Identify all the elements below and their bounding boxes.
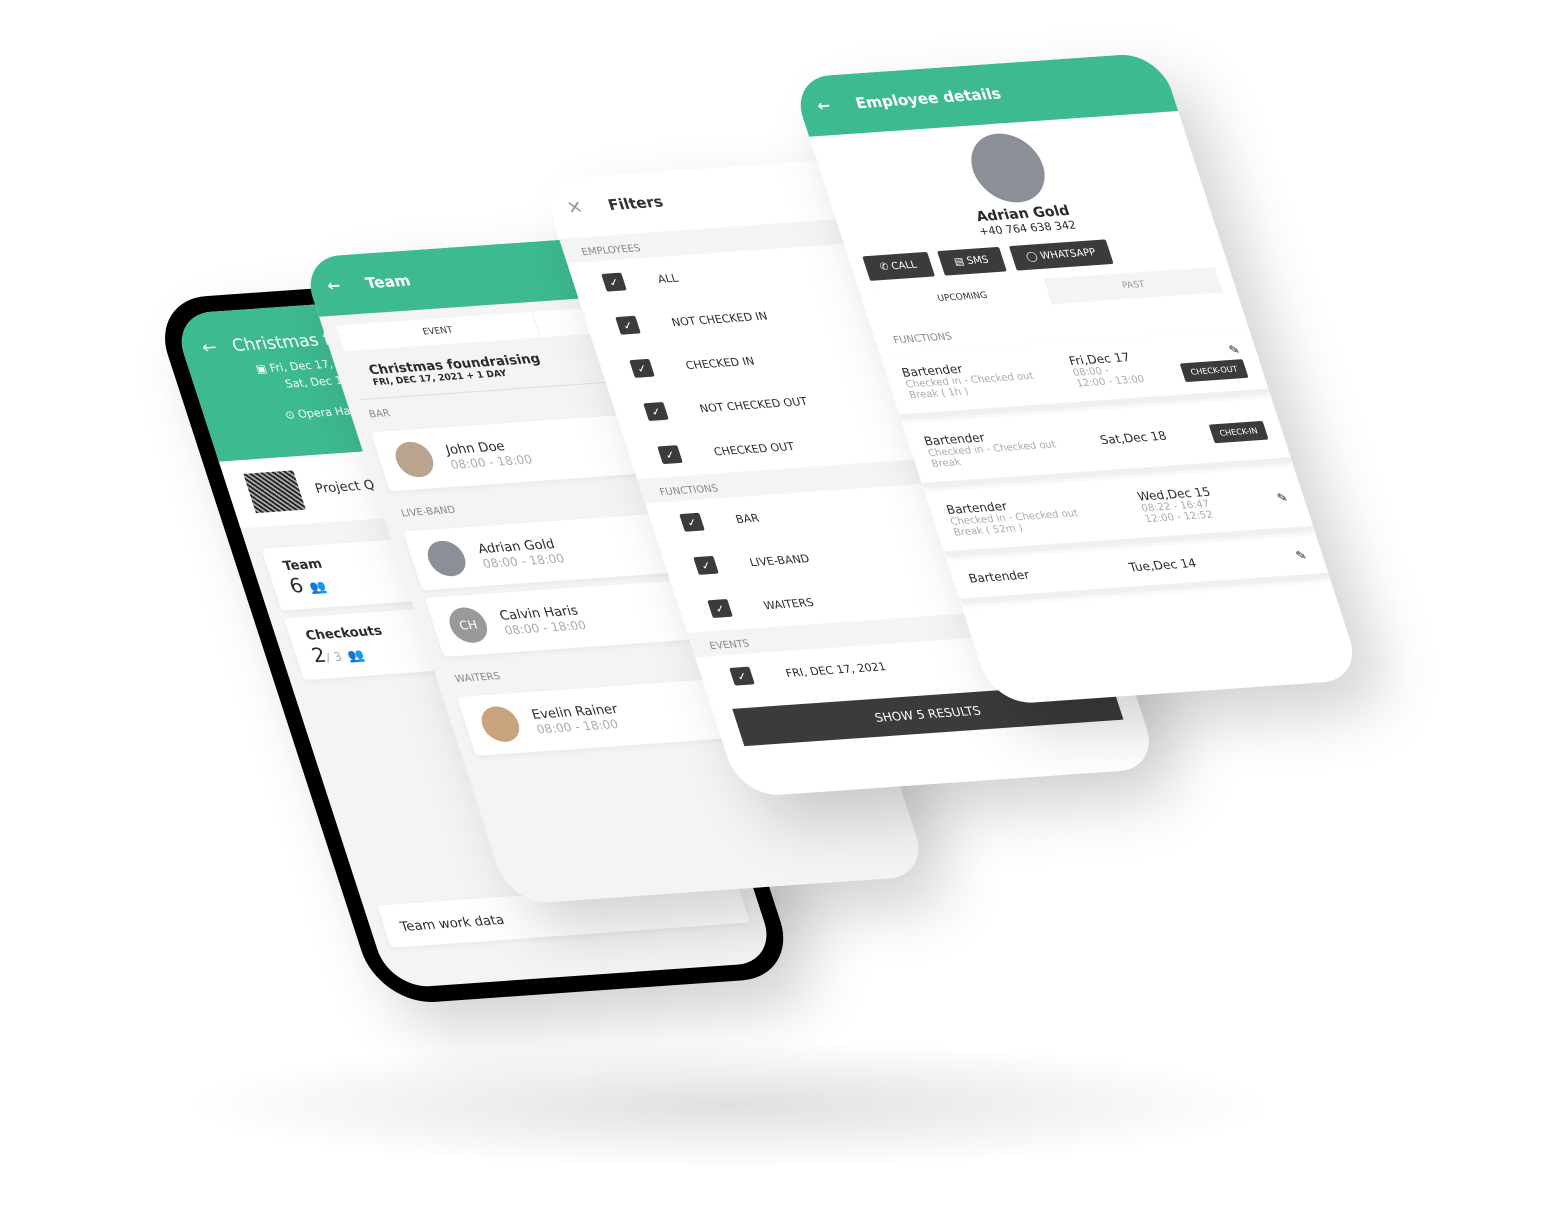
checkbox-checked-icon[interactable]: ✓ [729,666,755,686]
checkouts-total: / 3 [323,649,344,665]
function-date: Tue,Dec 14 [1127,556,1199,575]
filters-title: Filters [605,192,666,215]
whatsapp-button[interactable]: ◯ WHATSAPP [1008,239,1114,271]
edit-pencil-icon[interactable]: ✎ [1294,548,1308,562]
check-button[interactable]: CHECK-OUT [1179,359,1249,383]
filter-option-label: LIVE-BAND [747,551,812,569]
qr-code-image [243,470,306,514]
team-count: 6 [286,573,307,598]
call-label: CALL [889,259,919,273]
filter-option-label: ALL [655,271,680,286]
back-arrow-icon[interactable]: ← [199,338,220,359]
filter-option-label: CHECKED IN [683,354,756,372]
sms-label: SMS [965,254,991,267]
call-button[interactable]: ✆ CALL [862,251,935,281]
filter-option-label: NOT CHECKED OUT [697,394,809,415]
checkbox-checked-icon[interactable]: ✓ [657,445,683,465]
back-arrow-icon[interactable]: ← [815,96,833,115]
filter-option-label: BAR [733,511,761,526]
people-icon: 👥 [345,648,367,664]
avatar [390,440,439,479]
function-date: Sat,Dec 18 [1098,428,1169,448]
back-arrow-icon[interactable]: ← [325,276,343,295]
filter-option-label: CHECKED OUT [711,439,796,458]
tab-upcoming[interactable]: UPCOMING [873,278,1052,317]
edit-pencil-icon[interactable]: ✎ [1174,342,1241,360]
avatar [476,705,525,744]
function-role: Bartender [966,567,1032,586]
people-icon: 👥 [307,579,329,596]
checkbox-checked-icon[interactable]: ✓ [643,401,669,421]
close-icon[interactable]: ✕ [564,197,586,219]
employee-details-title: Employee details [853,84,1004,113]
team-work-label: Team work data [398,912,507,935]
checkbox-checked-icon[interactable]: ✓ [679,512,705,532]
avatar [422,539,471,578]
floor-shadow [180,1040,1280,1170]
filter-option-label: FRI, DEC 17, 2021 [783,659,888,680]
filter-option-label: WAITERS [761,595,816,612]
tab-past[interactable]: PAST [1043,266,1223,305]
checkbox-checked-icon[interactable]: ✓ [693,555,719,575]
tab-event[interactable]: EVENT [336,312,539,351]
check-button[interactable]: CHECK-IN [1208,420,1269,444]
filter-option-label: NOT CHECKED IN [669,309,770,329]
checkbox-checked-icon[interactable]: ✓ [707,598,733,619]
avatar-initials: CH [444,606,492,645]
whatsapp-label: WHATSAPP [1038,247,1098,262]
team-title: Team [363,271,413,293]
employee-avatar[interactable] [961,131,1055,205]
checkbox-checked-icon[interactable]: ✓ [629,358,655,378]
checkbox-checked-icon[interactable]: ✓ [601,272,627,292]
edit-pencil-icon[interactable]: ✎ [1275,490,1289,504]
sms-button[interactable]: ▤ SMS [936,246,1007,276]
checkbox-checked-icon[interactable]: ✓ [615,315,641,335]
